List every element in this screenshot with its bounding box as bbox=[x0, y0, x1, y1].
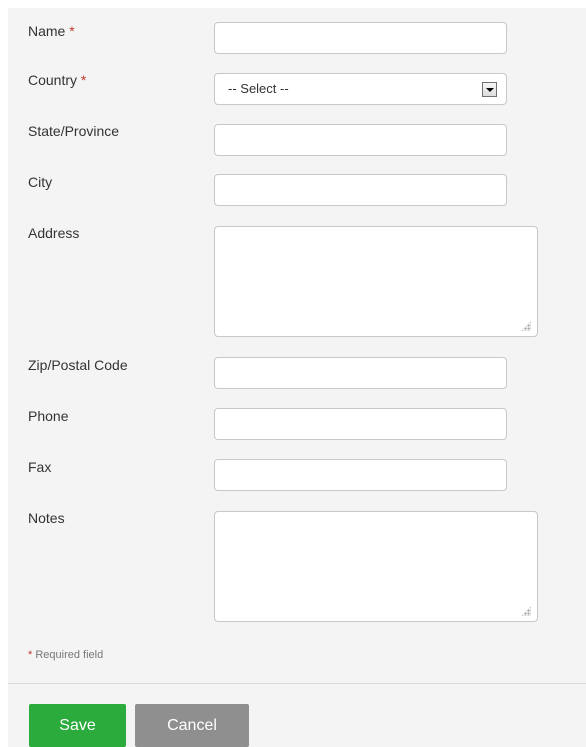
phone-label: Phone bbox=[28, 408, 69, 424]
fax-label: Fax bbox=[28, 459, 52, 475]
cancel-button[interactable]: Cancel bbox=[135, 704, 249, 747]
state-label: State/Province bbox=[28, 123, 120, 139]
name-input[interactable] bbox=[214, 22, 507, 54]
name-label: Name * bbox=[28, 23, 75, 39]
country-select-value: -- Select -- bbox=[228, 81, 289, 96]
zip-label: Zip/Postal Code bbox=[28, 357, 128, 373]
divider bbox=[8, 683, 586, 684]
country-label: Country * bbox=[28, 72, 87, 88]
country-select[interactable]: -- Select -- bbox=[214, 73, 507, 105]
notes-label: Notes bbox=[28, 510, 65, 526]
required-field-text: Required field bbox=[35, 649, 104, 661]
notes-textarea[interactable] bbox=[214, 511, 538, 622]
fax-input[interactable] bbox=[214, 459, 507, 491]
zip-input[interactable] bbox=[214, 357, 507, 389]
save-button[interactable]: Save bbox=[29, 704, 126, 747]
resize-grip-icon[interactable] bbox=[521, 606, 531, 616]
contact-form: Name * Country * -- Select -- State/Prov… bbox=[8, 8, 586, 747]
required-mark: * bbox=[80, 72, 87, 88]
chevron-down-icon[interactable] bbox=[482, 82, 497, 97]
required-mark: * bbox=[69, 23, 75, 39]
required-mark: * bbox=[28, 649, 33, 661]
required-field-note: * Required field bbox=[28, 649, 103, 661]
address-textarea[interactable] bbox=[214, 226, 538, 337]
resize-grip-icon[interactable] bbox=[521, 321, 531, 331]
city-label: City bbox=[28, 174, 53, 190]
phone-input[interactable] bbox=[214, 408, 507, 440]
state-input[interactable] bbox=[214, 124, 507, 156]
address-label: Address bbox=[28, 225, 80, 241]
city-input[interactable] bbox=[214, 174, 507, 206]
